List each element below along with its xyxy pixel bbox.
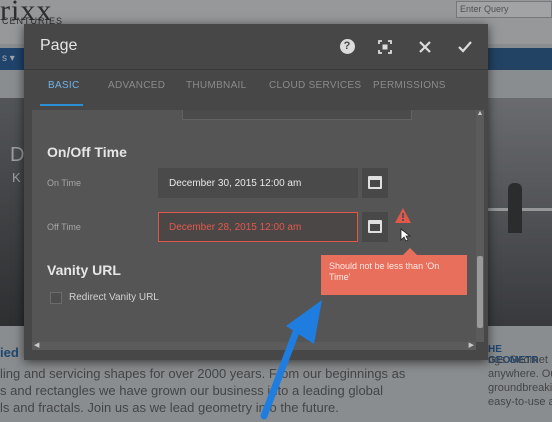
off-time-calendar-button[interactable] <box>362 212 388 242</box>
vertical-scrollbar[interactable]: ▲ <box>476 110 484 342</box>
on-time-calendar-button[interactable] <box>362 168 388 198</box>
warning-icon[interactable] <box>394 207 412 225</box>
close-icon <box>419 41 431 53</box>
off-time-label: Off Time <box>47 222 81 232</box>
help-icon: ? <box>339 39 355 54</box>
done-button[interactable] <box>454 36 476 58</box>
annotation-arrow-icon <box>260 300 322 420</box>
tab-advanced[interactable]: ADVANCED <box>108 80 165 91</box>
dialog-header: Page ? <box>24 24 488 70</box>
mouse-cursor-icon <box>400 228 412 242</box>
help-button[interactable]: ? <box>336 36 358 58</box>
tab-basic[interactable]: BASIC <box>48 80 80 91</box>
calendar-icon <box>368 176 382 189</box>
close-button[interactable] <box>414 36 436 58</box>
onoff-time-heading: On/Off Time <box>47 144 127 160</box>
redirect-vanity-url-checkbox[interactable] <box>50 292 62 304</box>
off-time-field[interactable]: December 28, 2015 12:00 am <box>158 212 358 242</box>
on-time-label: On Time <box>47 178 82 188</box>
redirect-vanity-url-label: Redirect Vanity URL <box>69 292 159 303</box>
previous-field-edge <box>182 110 412 120</box>
checkmark-icon <box>458 41 472 53</box>
vanity-url-heading: Vanity URL <box>47 262 121 278</box>
fullscreen-icon <box>378 40 392 54</box>
scroll-up-arrow-icon[interactable]: ▲ <box>476 110 484 118</box>
active-tab-indicator <box>40 104 83 106</box>
dialog-content: On/Off Time On Time December 30, 2015 12… <box>32 110 476 342</box>
on-time-field[interactable]: December 30, 2015 12:00 am <box>158 168 358 198</box>
horizontal-scrollbar[interactable]: ◀ ▶ <box>32 342 476 350</box>
tab-thumbnail[interactable]: THUMBNAIL <box>186 80 246 91</box>
fullscreen-button[interactable] <box>374 36 396 58</box>
error-tooltip: Should not be less than 'On Time' <box>321 248 467 295</box>
dialog-tabs: BASIC ADVANCED THUMBNAIL CLOUD SERVICES … <box>24 70 488 104</box>
scrollbar-thumb[interactable] <box>477 256 483 328</box>
scroll-right-arrow-icon[interactable]: ▶ <box>469 342 474 350</box>
dialog-title: Page <box>40 37 78 54</box>
tab-permissions[interactable]: PERMISSIONS <box>373 80 446 91</box>
tab-cloud-services[interactable]: CLOUD SERVICES <box>269 80 361 91</box>
scroll-left-arrow-icon[interactable]: ◀ <box>34 342 39 350</box>
calendar-icon <box>368 220 382 233</box>
